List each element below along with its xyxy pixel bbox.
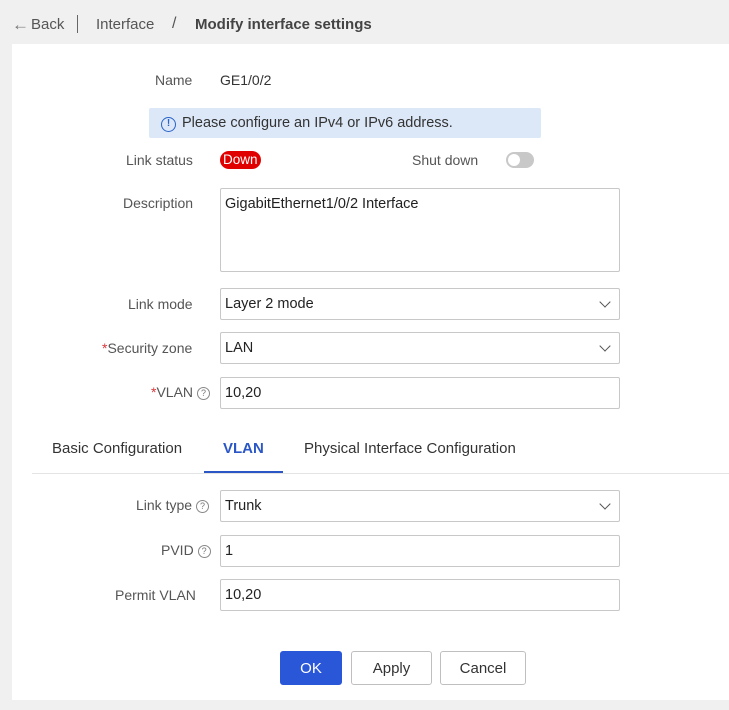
security-zone-label: *Security zone bbox=[102, 340, 192, 356]
pvid-label: PVID? bbox=[161, 542, 211, 558]
description-value: GigabitEthernet1/0/2 Interface bbox=[225, 196, 419, 212]
vlan-label: *VLAN? bbox=[151, 384, 211, 400]
security-zone-select[interactable]: LAN bbox=[220, 332, 620, 364]
shut-down-label: Shut down bbox=[412, 152, 479, 168]
description-label: Description bbox=[123, 195, 194, 211]
help-icon[interactable]: ? bbox=[197, 387, 211, 400]
notice-text: Please configure an IPv4 or IPv6 address… bbox=[182, 115, 453, 131]
permit-vlan-input[interactable]: 10,20 bbox=[220, 579, 620, 611]
pvid-input[interactable]: 1 bbox=[220, 535, 620, 567]
chevron-down-icon bbox=[599, 296, 611, 308]
chevron-down-icon bbox=[599, 498, 611, 510]
arrow-left-icon: ← bbox=[12, 15, 29, 34]
shut-down-toggle[interactable] bbox=[506, 152, 534, 168]
link-type-label: Link type? bbox=[136, 497, 210, 513]
link-type-label-text: Link type bbox=[136, 497, 193, 513]
page-title: Modify interface settings bbox=[195, 16, 372, 33]
vlan-input[interactable]: 10,20 bbox=[220, 377, 620, 409]
tab-physical-interface-configuration[interactable]: Physical Interface Configuration bbox=[304, 440, 516, 457]
pvid-value: 1 bbox=[225, 543, 234, 559]
help-icon[interactable]: ? bbox=[197, 545, 211, 558]
link-status-badge: Down bbox=[220, 151, 261, 169]
active-tab-indicator bbox=[204, 471, 283, 473]
pvid-label-text: PVID bbox=[161, 542, 194, 558]
security-zone-label-text: Security zone bbox=[107, 340, 193, 356]
vlan-label-text: VLAN bbox=[156, 384, 194, 400]
info-icon: ! bbox=[161, 116, 176, 132]
breadcrumb-interface-link[interactable]: Interface bbox=[96, 16, 154, 33]
permit-vlan-label: Permit VLAN bbox=[115, 587, 196, 603]
link-type-value: Trunk bbox=[225, 498, 262, 514]
toggle-knob bbox=[508, 154, 520, 166]
apply-button[interactable]: Apply bbox=[351, 651, 432, 685]
ip-address-notice: ! Please configure an IPv4 or IPv6 addre… bbox=[149, 108, 541, 138]
link-mode-value: Layer 2 mode bbox=[225, 296, 314, 312]
link-mode-label: Link mode bbox=[128, 296, 193, 312]
name-value: GE1/0/2 bbox=[220, 72, 272, 88]
security-zone-value: LAN bbox=[225, 340, 254, 356]
cancel-button[interactable]: Cancel bbox=[440, 651, 526, 685]
breadcrumb-separator: / bbox=[172, 15, 177, 32]
chevron-down-icon bbox=[599, 340, 611, 352]
vlan-value: 10,20 bbox=[225, 385, 262, 401]
breadcrumb: ← Back Interface / Modify interface sett… bbox=[0, 0, 729, 44]
back-button[interactable]: ← Back bbox=[12, 16, 64, 33]
permit-vlan-value: 10,20 bbox=[225, 587, 262, 603]
tab-bar: Basic Configuration VLAN Physical Interf… bbox=[32, 428, 729, 474]
name-label: Name bbox=[155, 72, 193, 88]
breadcrumb-divider bbox=[77, 15, 78, 33]
link-mode-select[interactable]: Layer 2 mode bbox=[220, 288, 620, 320]
tab-vlan[interactable]: VLAN bbox=[223, 440, 264, 457]
back-label: Back bbox=[31, 16, 65, 33]
link-status-label: Link status bbox=[126, 152, 193, 168]
help-icon[interactable]: ? bbox=[196, 500, 210, 513]
link-type-select[interactable]: Trunk bbox=[220, 490, 620, 522]
ok-button[interactable]: OK bbox=[280, 651, 342, 685]
tab-basic-configuration[interactable]: Basic Configuration bbox=[52, 440, 182, 457]
form-panel: Name GE1/0/2 ! Please configure an IPv4 … bbox=[12, 44, 729, 700]
description-field[interactable]: GigabitEthernet1/0/2 Interface bbox=[220, 188, 620, 272]
